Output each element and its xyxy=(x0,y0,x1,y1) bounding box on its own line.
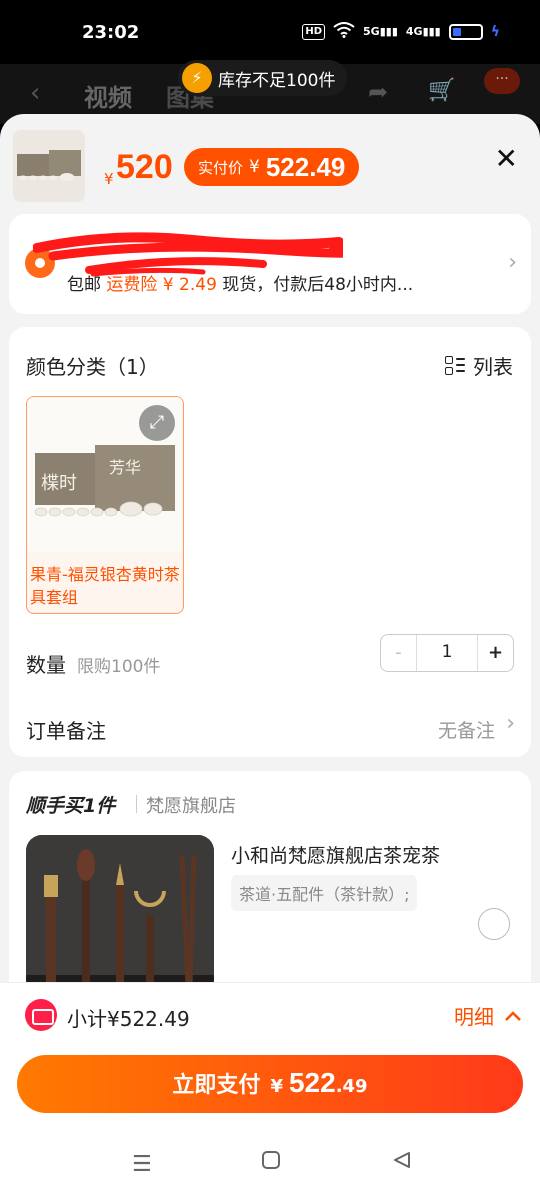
svg-text:楪时: 楪时 xyxy=(41,473,77,494)
spec-card: 颜色分类（1） 列表 楪时 芳华 ⤢ 果青-福灵银杏黄时茶具套组 数量 限购10… xyxy=(9,327,531,757)
list-grid-icon xyxy=(445,355,465,376)
list-label: 列表 xyxy=(473,355,513,379)
toast-text: 库存不足100件 xyxy=(218,70,336,91)
pay-amount-integer: 522 xyxy=(288,1067,336,1098)
spec-title: 颜色分类（1） xyxy=(26,355,159,379)
system-nav-bar: ☰ xyxy=(0,1140,540,1200)
signal-4g-icon: 4G▮▮▮ xyxy=(405,25,441,38)
actual-price-badge: 实付价 ¥ 522.49 xyxy=(184,148,360,186)
hd-icon: HD xyxy=(302,23,326,40)
tab-video[interactable]: 视频 xyxy=(84,78,132,113)
menu-icon[interactable]: ☰ xyxy=(132,1152,152,1177)
pay-amount-decimal: .49 xyxy=(335,1076,368,1097)
detail-label: 明细 xyxy=(454,1005,494,1029)
status-icons: HD 5G▮▮▮ 4G▮▮▮ ϟ xyxy=(302,22,500,41)
address-card[interactable]: 包邮 运费险 ¥ 2.49 现货，付款后48小时内... › xyxy=(9,214,531,314)
expand-icon[interactable]: ⤢ xyxy=(139,405,175,441)
addon-title: 顺手买1件 xyxy=(26,795,116,817)
divider xyxy=(136,795,137,813)
quantity-label: 数量 xyxy=(26,653,66,677)
addon-shop-name: 梵愿旗舰店 xyxy=(146,796,236,817)
detail-button[interactable]: 明细 xyxy=(454,1001,522,1030)
quantity-limit: 限购100件 xyxy=(77,657,161,677)
decrease-button[interactable]: - xyxy=(381,635,417,671)
more-button[interactable]: ··· xyxy=(484,68,520,94)
close-icon[interactable]: ✕ xyxy=(495,142,518,175)
pay-now-label: 立即支付 xyxy=(172,1073,261,1098)
charging-icon: ϟ xyxy=(490,23,500,40)
lightning-icon: ⚡ xyxy=(182,63,212,93)
coupon-icon xyxy=(25,999,57,1031)
actual-price-symbol: ¥ xyxy=(249,157,260,177)
share-icon[interactable]: ➦ xyxy=(368,78,388,106)
delivery-info: 现货，付款后48小时内... xyxy=(222,275,414,295)
pay-symbol: ¥ xyxy=(270,1076,283,1097)
price-header: ¥ 520 实付价 ¥ 522.49 ✕ xyxy=(0,114,540,214)
addon-product-name[interactable]: 小和尚梵愿旗舰店茶宠茶 xyxy=(231,841,440,868)
quantity-input[interactable]: 1 xyxy=(417,635,477,671)
stock-toast: ⚡ 库存不足100件 xyxy=(178,60,348,96)
free-shipping: 包邮 xyxy=(67,275,101,295)
status-bar: 23:02 HD 5G▮▮▮ 4G▮▮▮ ϟ xyxy=(0,0,540,64)
subtotal: 小计¥522.49 xyxy=(67,1007,190,1031)
wifi-icon xyxy=(333,22,355,41)
shipping-insurance: 运费险 ¥ 2.49 xyxy=(106,275,217,295)
shipping-info: 包邮 运费险 ¥ 2.49 现货，付款后48小时内... xyxy=(67,270,413,295)
battery-icon xyxy=(448,23,483,40)
actual-price-value: 522.49 xyxy=(265,151,346,182)
back-icon[interactable] xyxy=(392,1150,412,1176)
increase-button[interactable]: + xyxy=(477,635,513,671)
addon-select-radio[interactable] xyxy=(478,908,510,940)
status-time: 23:02 xyxy=(82,22,140,43)
quantity-stepper: - 1 + xyxy=(380,634,514,672)
chevron-right-icon: › xyxy=(508,250,517,275)
addon-product-spec[interactable]: 茶道·五配件（茶针款）; xyxy=(231,875,418,911)
back-arrow-icon[interactable]: ‹ xyxy=(30,78,40,108)
actual-price-label: 实付价 xyxy=(198,158,244,177)
price-symbol: ¥ xyxy=(104,170,114,188)
pay-now-button[interactable]: 立即支付 ¥ 522 .49 xyxy=(17,1055,523,1113)
svg-text:芳华: 芳华 xyxy=(109,458,141,477)
list-toggle-button[interactable]: 列表 xyxy=(445,351,513,380)
product-thumbnail[interactable] xyxy=(13,130,85,202)
variant-option[interactable]: 楪时 芳华 ⤢ 果青-福灵银杏黄时茶具套组 xyxy=(26,396,184,614)
chevron-right-icon[interactable]: › xyxy=(506,711,515,736)
addon-product-image[interactable] xyxy=(26,835,214,995)
order-note-label: 订单备注 xyxy=(26,719,106,743)
variant-label: 果青-福灵银杏黄时茶具套组 xyxy=(30,565,180,607)
chevron-up-icon xyxy=(505,1010,521,1021)
product-price: 520 xyxy=(116,148,173,186)
signal-5g-icon: 5G▮▮▮ xyxy=(363,25,398,38)
cart-icon[interactable]: 🛒 xyxy=(428,78,455,103)
home-icon[interactable] xyxy=(261,1150,281,1176)
order-note-value[interactable]: 无备注 xyxy=(438,716,495,743)
